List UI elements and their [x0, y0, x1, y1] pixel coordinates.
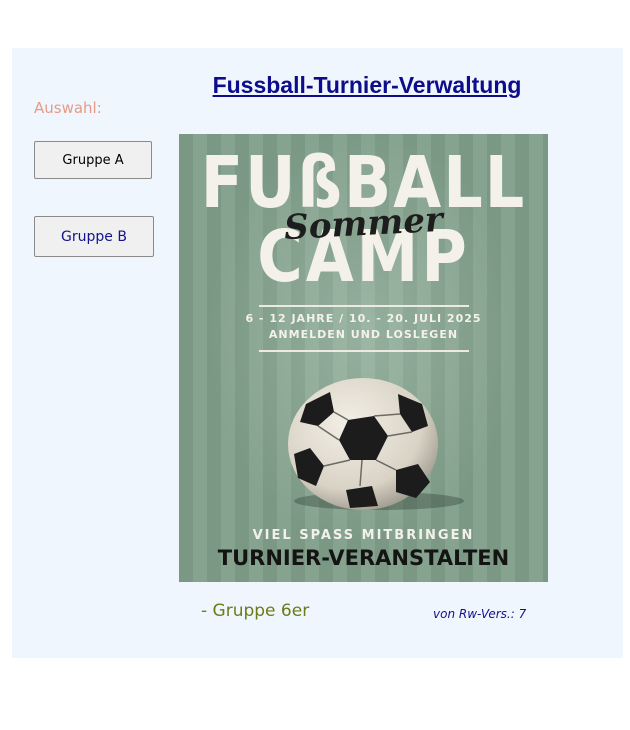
poster-signup: ANMELDEN UND LOSLEGEN — [268, 328, 459, 341]
poster-divider — [259, 305, 469, 307]
group-label: - Gruppe 6er — [201, 601, 310, 621]
group-b-button[interactable]: Gruppe B — [34, 216, 154, 257]
event-poster-image: FUßBALL CAMP Sommer 6 - 12 JAHRE / 10. -… — [179, 134, 548, 582]
group-a-button[interactable]: Gruppe A — [34, 141, 152, 179]
page-title: Fussball-Turnier-Verwaltung — [212, 72, 522, 98]
selection-label: Auswahl: — [34, 99, 102, 117]
poster-dates: 6 - 12 JAHRE / 10. - 20. JULI 2025 — [245, 312, 482, 325]
main-panel: Fussball-Turnier-Verwaltung Auswahl: Gru… — [12, 48, 623, 658]
poster-tagline: VIEL SPASS MITBRINGEN — [252, 528, 475, 543]
poster-divider — [259, 350, 469, 352]
version-label: von Rw-Vers.: 7 — [433, 607, 527, 621]
soccer-ball-icon — [288, 378, 438, 510]
poster-event-text: TURNIER-VERANSTALTEN — [217, 546, 510, 570]
